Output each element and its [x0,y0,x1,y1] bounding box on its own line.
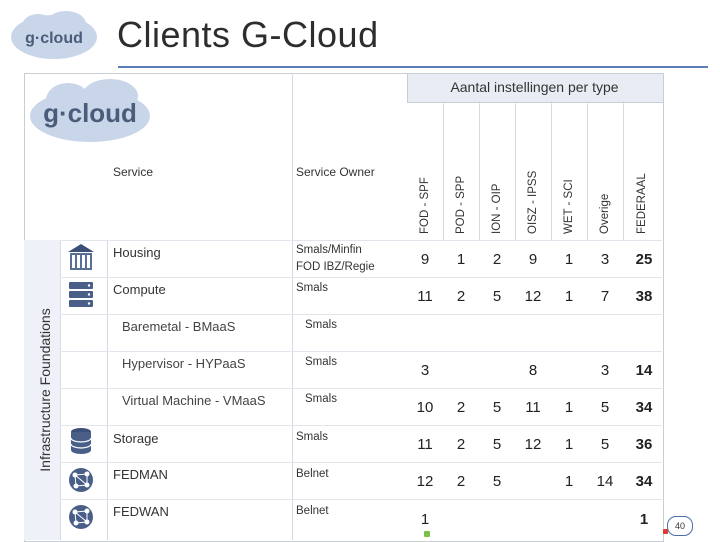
page-number: 40 [667,516,693,536]
owner-fedman: Belnet [296,468,329,480]
value-cell: 11 [525,399,541,416]
red-marker [663,529,668,534]
type-header-wet: WET - SCI [563,179,575,234]
gcloud-logo: g·cloud [11,11,97,59]
row-divider [60,462,662,463]
type-header-federaal: FEDERAAL [636,173,648,234]
owner-compute: Smals [296,282,328,294]
owner-virtual-machine: Smals [305,393,337,405]
value-cell: 5 [492,436,502,453]
row-divider [60,314,662,315]
value-cell: 36 [635,436,653,453]
value-cell: 1 [564,251,574,268]
value-cell: 3 [600,251,610,268]
title-underline [118,66,708,68]
service-baremetal: Baremetal - BMaaS [122,319,236,334]
value-cell: 34 [635,473,653,490]
value-cell: 2 [456,288,466,305]
value-cell: 5 [492,473,502,490]
value-cell: 8 [528,362,538,379]
value-cell: 11 [417,288,433,305]
value-cell: 5 [600,399,610,416]
value-cell: 25 [635,251,653,268]
value-cell: 10 [416,399,434,416]
divider [587,101,588,240]
owner-baremetal: Smals [305,319,337,331]
category-label: Infrastructure Foundations [37,308,53,472]
owner-column-header: Service Owner [296,165,375,179]
value-cell: 12 [524,288,542,305]
type-header-oisz: OISZ - IPSS [527,170,539,234]
type-header-overige: Overige [599,193,611,234]
value-cell: 3 [600,362,610,379]
value-cell: 1 [639,511,649,528]
divider [515,101,516,240]
owner-fedwan: Belnet [296,505,329,517]
row-divider [60,388,662,389]
value-cell: 12 [416,473,434,490]
database-icon [70,428,92,454]
row-divider [60,277,662,278]
value-cell: 2 [456,436,466,453]
service-storage: Storage [113,431,159,446]
gcloud-logo-large: g·cloud [30,79,150,142]
divider [292,73,293,540]
value-cell: 3 [420,362,430,379]
page-title: Clients G-Cloud [117,14,379,55]
value-cell: 2 [456,473,466,490]
divider [107,240,108,540]
value-cell: 2 [456,399,466,416]
divider [479,101,480,240]
value-cell: 14 [635,362,653,379]
value-cell: 38 [635,288,653,305]
service-hypervisor: Hypervisor - HYPaaS [122,356,246,371]
service-fedman: FEDMAN [113,467,168,482]
value-cell: 11 [417,436,433,453]
owner-hypervisor: Smals [305,356,337,368]
value-cell: 34 [635,399,653,416]
building-icon [68,244,94,270]
value-cell: 5 [492,288,502,305]
value-cell: 1 [564,436,574,453]
value-cell: 9 [528,251,538,268]
svg-text:g·cloud: g·cloud [25,30,83,47]
service-housing: Housing [113,245,161,260]
server-icon [69,282,93,307]
owner-housing: Smals/Minfin FOD IBZ/Regie [296,244,375,273]
row-divider [60,425,662,426]
value-cell: 7 [600,288,610,305]
type-header-pod: POD - SPP [455,175,467,234]
value-cell: 5 [600,436,610,453]
owner-storage: Smals [296,431,328,443]
row-divider [60,351,662,352]
value-cell: 1 [564,399,574,416]
type-header-fod: FOD - SPF [419,177,431,234]
row-divider [60,499,662,500]
value-cell: 1 [420,511,430,528]
value-cell: 1 [456,251,466,268]
service-fedwan: FEDWAN [113,504,169,519]
service-virtual-machine: Virtual Machine - VMaaS [122,393,266,408]
value-cell: 1 [564,288,574,305]
value-cell: 2 [492,251,502,268]
value-cell: 12 [524,436,542,453]
divider [623,101,624,240]
green-marker [424,531,430,537]
svg-text:g·cloud: g·cloud [43,98,137,128]
value-cell: 5 [492,399,502,416]
service-column-header: Service [113,165,154,179]
service-compute: Compute [113,282,166,297]
network-globe-icon [69,468,93,492]
divider [443,101,444,240]
value-cell: 14 [596,473,614,490]
type-header-ion: ION - OIP [491,183,503,234]
row-divider [60,240,662,241]
divider [551,101,552,240]
value-cell: 9 [420,251,430,268]
network-globe-icon [69,505,93,529]
types-header: Aantal instellingen per type [450,79,619,95]
value-cell: 1 [564,473,574,490]
